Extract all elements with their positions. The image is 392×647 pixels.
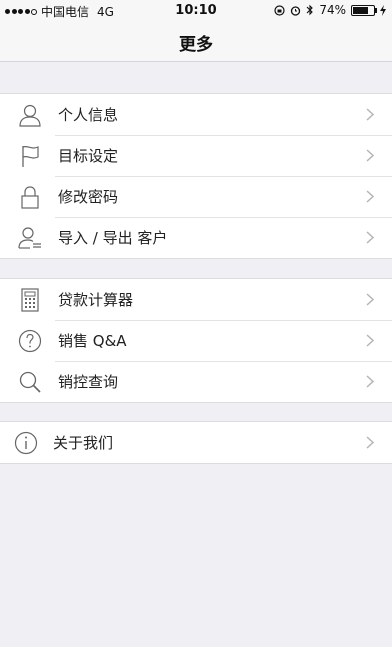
chevron-right-icon — [366, 231, 374, 244]
chevron-right-icon — [366, 293, 374, 306]
menu-item-label: 销售 Q&A — [58, 332, 127, 350]
battery-percent: 74% — [319, 3, 346, 17]
menu-item-label: 修改密码 — [58, 188, 119, 206]
rotation-lock-icon — [274, 4, 285, 16]
bluetooth-icon — [306, 4, 314, 16]
status-right: 74% — [274, 3, 386, 17]
menu-item-goal-setting[interactable]: 目标设定 — [0, 135, 392, 176]
menu-group-about: 关于我们 — [0, 421, 392, 464]
menu-item-sales-qa[interactable]: 销售 Q&A — [0, 320, 392, 361]
chevron-right-icon — [366, 375, 374, 388]
chevron-right-icon — [366, 108, 374, 121]
nav-bar: 更多 — [0, 20, 392, 62]
menu-item-sales-control-query[interactable]: 销控查询 — [0, 361, 392, 402]
menu-item-label: 关于我们 — [53, 434, 114, 452]
chevron-right-icon — [366, 334, 374, 347]
menu-item-import-export-customers[interactable]: 导入 / 导出 客户 — [0, 217, 392, 258]
search-icon — [19, 371, 41, 393]
menu-item-change-password[interactable]: 修改密码 — [0, 176, 392, 217]
contact-import-export-icon — [18, 227, 41, 249]
battery-icon — [351, 4, 377, 16]
menu-item-loan-calculator[interactable]: 贷款计算器 — [0, 279, 392, 320]
flag-icon — [22, 145, 39, 167]
person-icon — [19, 104, 41, 127]
alarm-icon — [291, 5, 301, 16]
menu-group-tools: 贷款计算器 销售 Q&A 销控查询 — [0, 278, 392, 403]
lock-icon — [21, 186, 39, 209]
menu-item-label: 贷款计算器 — [58, 291, 134, 309]
status-bar: 中国电信 4G 10:10 74% — [0, 0, 392, 20]
chevron-right-icon — [366, 436, 374, 449]
menu-group-account: 个人信息 目标设定 修改密码 导入 / 导出 客户 — [0, 93, 392, 259]
menu-item-profile[interactable]: 个人信息 — [0, 94, 392, 135]
question-icon — [18, 329, 42, 353]
calculator-icon — [21, 288, 39, 312]
menu-item-label: 目标设定 — [58, 147, 119, 165]
info-icon — [14, 431, 38, 455]
menu-item-label: 导入 / 导出 客户 — [58, 229, 168, 247]
page-title: 更多 — [179, 35, 213, 55]
chevron-right-icon — [366, 190, 374, 203]
charging-bolt-icon — [380, 4, 386, 16]
menu-item-label: 销控查询 — [58, 373, 119, 391]
menu-item-about-us[interactable]: 关于我们 — [0, 422, 392, 463]
chevron-right-icon — [366, 149, 374, 162]
menu-item-label: 个人信息 — [58, 106, 119, 124]
